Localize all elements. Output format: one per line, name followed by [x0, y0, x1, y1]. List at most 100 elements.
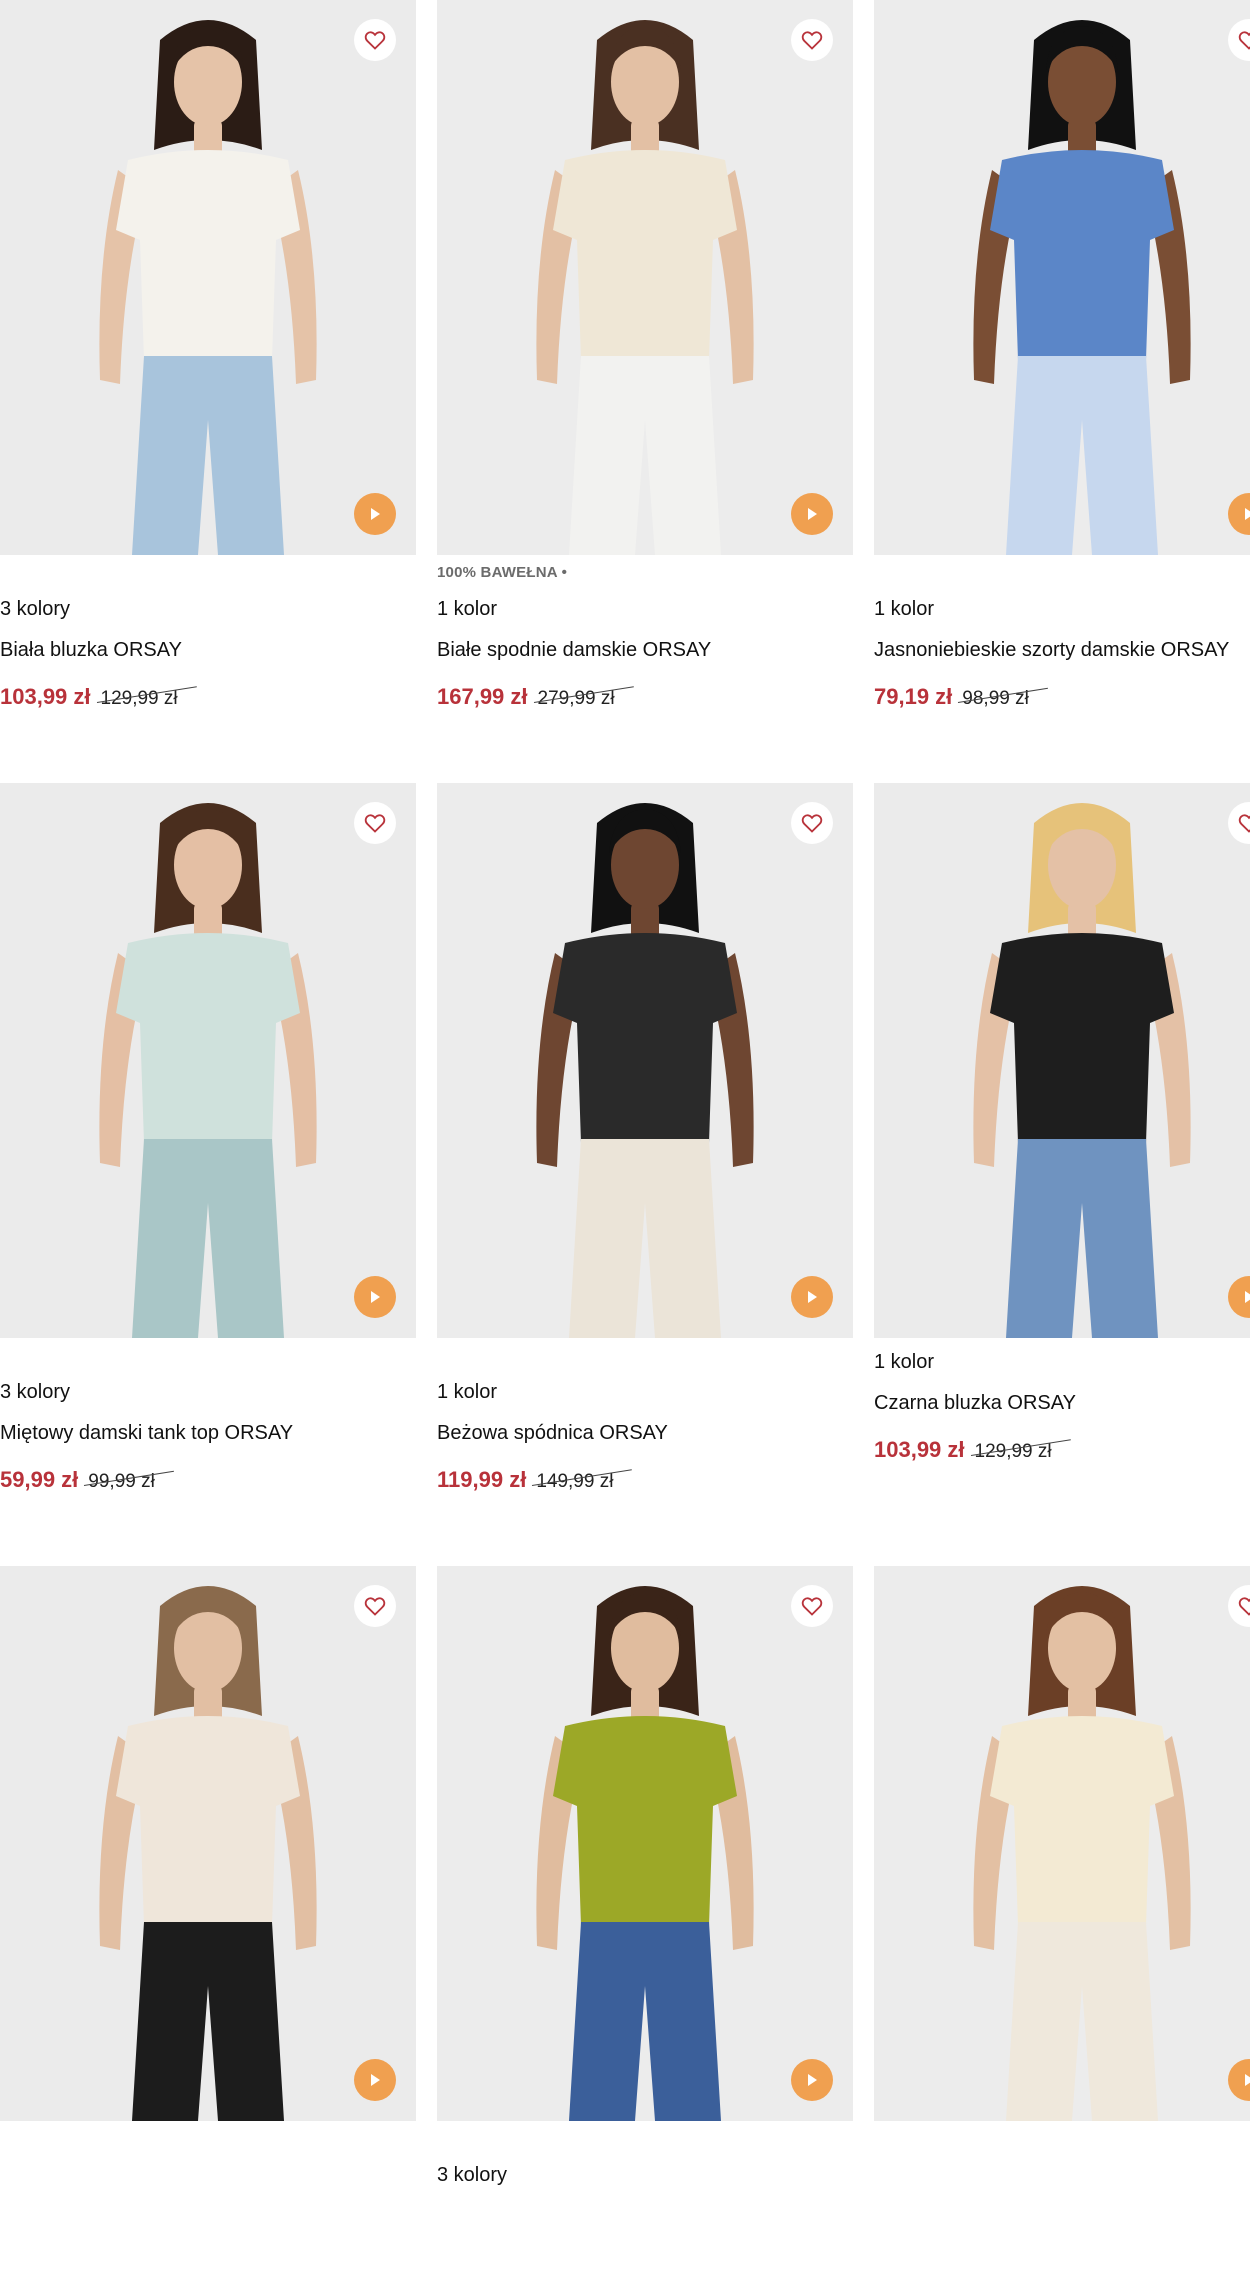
original-price: 149,99 zł — [536, 1469, 613, 1495]
play-video-button[interactable] — [791, 493, 833, 535]
add-to-wishlist-button[interactable] — [354, 19, 396, 61]
add-to-wishlist-button[interactable] — [791, 802, 833, 844]
product-image[interactable] — [874, 1566, 1250, 2121]
color-count[interactable]: 3 kolory — [0, 597, 416, 621]
heart-icon — [801, 1597, 823, 1616]
product-image[interactable] — [437, 1566, 853, 2121]
play-video-button[interactable] — [354, 1276, 396, 1318]
model-photo — [0, 0, 416, 555]
product-image[interactable] — [0, 783, 416, 1338]
price-row: 167,99 zł 279,99 zł — [437, 684, 853, 710]
heart-icon — [1238, 31, 1250, 50]
sale-price: 119,99 zł — [437, 1467, 527, 1492]
product-name[interactable]: Beżowa spódnica ORSAY — [437, 1421, 853, 1445]
product-image[interactable] — [874, 783, 1250, 1338]
original-price: 99,99 zł — [88, 1469, 155, 1495]
product-card[interactable]: 3 kolory Miętowy damski tank top ORSAY 5… — [0, 783, 416, 1493]
play-icon — [808, 508, 817, 520]
model-photo — [874, 783, 1250, 1338]
product-image[interactable] — [437, 783, 853, 1338]
product-image[interactable] — [874, 0, 1250, 555]
play-video-button[interactable] — [791, 2059, 833, 2101]
product-image[interactable] — [0, 1566, 416, 2121]
sale-price: 167,99 zł — [437, 684, 528, 709]
product-card[interactable]: 1 kolor Beżowa spódnica ORSAY 119,99 zł … — [437, 783, 853, 1493]
sale-price: 103,99 zł — [874, 1437, 965, 1462]
product-card[interactable]: 1 kolor Jasnoniebieskie szorty damskie O… — [874, 0, 1250, 710]
product-info: 1 kolor Jasnoniebieskie szorty damskie O… — [874, 555, 1250, 710]
product-info — [874, 2121, 1250, 2276]
model-photo — [0, 783, 416, 1338]
play-icon — [371, 1291, 380, 1303]
heart-icon — [1238, 1597, 1250, 1616]
model-photo — [874, 0, 1250, 555]
product-card[interactable] — [874, 1566, 1250, 2276]
product-info: 1 kolor Czarna bluzka ORSAY 103,99 zł 12… — [874, 1338, 1250, 1463]
play-icon — [371, 508, 380, 520]
model-photo — [437, 1566, 853, 2121]
product-info: 3 kolory Miętowy damski tank top ORSAY 5… — [0, 1338, 416, 1493]
play-video-button[interactable] — [791, 1276, 833, 1318]
original-price: 129,99 zł — [975, 1439, 1052, 1465]
heart-icon — [1238, 814, 1250, 833]
play-icon — [1245, 2074, 1250, 2086]
color-count[interactable] — [874, 2163, 1250, 2187]
price-row: 79,19 zł 98,99 zł — [874, 684, 1250, 710]
heart-icon — [801, 31, 823, 50]
product-info: 100% BAWEŁNA • 1 kolor Białe spodnie dam… — [437, 555, 853, 710]
product-info — [0, 2121, 416, 2276]
product-info: 3 kolory — [437, 2121, 853, 2276]
model-photo — [0, 1566, 416, 2121]
color-count[interactable] — [0, 2163, 416, 2187]
product-image[interactable] — [0, 0, 416, 555]
model-photo — [874, 1566, 1250, 2121]
original-price: 98,99 zł — [962, 686, 1029, 712]
price-row: 119,99 zł 149,99 zł — [437, 1467, 853, 1493]
product-card[interactable]: 3 kolory Biała bluzka ORSAY 103,99 zł 12… — [0, 0, 416, 710]
product-name[interactable]: Biała bluzka ORSAY — [0, 638, 416, 662]
color-count[interactable]: 1 kolor — [437, 597, 853, 621]
product-card[interactable]: 1 kolor Czarna bluzka ORSAY 103,99 zł 12… — [874, 783, 1250, 1463]
heart-icon — [801, 814, 823, 833]
product-info: 3 kolory Biała bluzka ORSAY 103,99 zł 12… — [0, 555, 416, 710]
product-card[interactable] — [0, 1566, 416, 2276]
sale-price: 59,99 zł — [0, 1467, 79, 1492]
sale-price: 79,19 zł — [874, 684, 953, 709]
product-name[interactable]: Białe spodnie damskie ORSAY — [437, 638, 853, 662]
add-to-wishlist-button[interactable] — [791, 19, 833, 61]
product-name[interactable]: Czarna bluzka ORSAY — [874, 1391, 1250, 1415]
color-count[interactable]: 3 kolory — [437, 2163, 853, 2187]
play-icon — [1245, 508, 1250, 520]
add-to-wishlist-button[interactable] — [791, 1585, 833, 1627]
color-count[interactable]: 1 kolor — [437, 1380, 853, 1404]
product-name[interactable]: Miętowy damski tank top ORSAY — [0, 1421, 416, 1445]
color-count[interactable]: 1 kolor — [874, 597, 1250, 621]
product-tag: 100% BAWEŁNA • — [437, 564, 568, 581]
product-name[interactable]: Jasnoniebieskie szorty damskie ORSAY — [874, 638, 1250, 662]
model-photo — [437, 0, 853, 555]
product-card[interactable]: 100% BAWEŁNA • 1 kolor Białe spodnie dam… — [437, 0, 853, 710]
product-grid: 3 kolory Biała bluzka ORSAY 103,99 zł 12… — [0, 0, 1250, 2186]
add-to-wishlist-button[interactable] — [354, 802, 396, 844]
product-info: 1 kolor Beżowa spódnica ORSAY 119,99 zł … — [437, 1338, 853, 1493]
heart-icon — [364, 31, 386, 50]
add-to-wishlist-button[interactable] — [354, 1585, 396, 1627]
play-icon — [808, 2074, 817, 2086]
product-image[interactable] — [437, 0, 853, 555]
model-photo — [437, 783, 853, 1338]
play-icon — [808, 1291, 817, 1303]
heart-icon — [364, 1597, 386, 1616]
play-video-button[interactable] — [354, 2059, 396, 2101]
play-video-button[interactable] — [354, 493, 396, 535]
color-count[interactable]: 3 kolory — [0, 1380, 416, 1404]
price-row: 59,99 zł 99,99 zł — [0, 1467, 416, 1493]
product-card[interactable]: 3 kolory — [437, 1566, 853, 2276]
heart-icon — [364, 814, 386, 833]
play-icon — [371, 2074, 380, 2086]
sale-price: 103,99 zł — [0, 684, 91, 709]
original-price: 129,99 zł — [101, 686, 178, 712]
original-price: 279,99 zł — [538, 686, 615, 712]
color-count[interactable]: 1 kolor — [874, 1350, 1250, 1374]
play-icon — [1245, 1291, 1250, 1303]
price-row: 103,99 zł 129,99 zł — [0, 684, 416, 710]
